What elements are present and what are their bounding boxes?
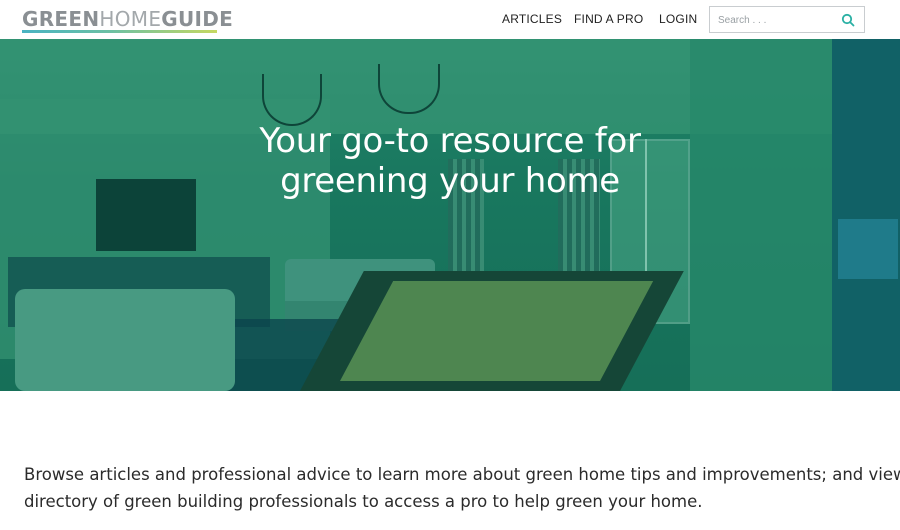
hero-title-line: greening your home xyxy=(280,161,620,201)
search-input[interactable] xyxy=(718,12,838,28)
logo-underline xyxy=(22,30,217,33)
search-box[interactable] xyxy=(709,6,865,33)
intro-paragraph: Browse articles and professional advice … xyxy=(24,461,900,515)
search-icon[interactable] xyxy=(841,13,855,27)
logo-green: GREEN xyxy=(22,7,100,31)
site-header: GREENHOMEGUIDE ARTICLES FIND A PRO LOGIN xyxy=(0,0,900,39)
nav-articles[interactable]: ARTICLES xyxy=(502,12,562,26)
logo-wordmark: GREENHOMEGUIDE xyxy=(22,8,233,30)
hero-title-line: Your go-to resource for xyxy=(259,121,641,161)
hero-banner: Your go-to resource for greening your ho… xyxy=(0,39,900,391)
nav-find-a-pro[interactable]: FIND A PRO xyxy=(574,12,643,26)
hero-tint-overlay xyxy=(0,39,900,391)
logo-home: HOME xyxy=(99,7,162,31)
site-logo[interactable]: GREENHOMEGUIDE xyxy=(22,6,233,33)
logo-guide: GUIDE xyxy=(161,7,234,31)
hero-title: Your go-to resource for greening your ho… xyxy=(0,121,900,201)
intro-line: Browse articles and professional advice … xyxy=(24,465,900,484)
nav-login[interactable]: LOGIN xyxy=(659,12,697,26)
intro-line: directory of green building professional… xyxy=(24,492,703,511)
